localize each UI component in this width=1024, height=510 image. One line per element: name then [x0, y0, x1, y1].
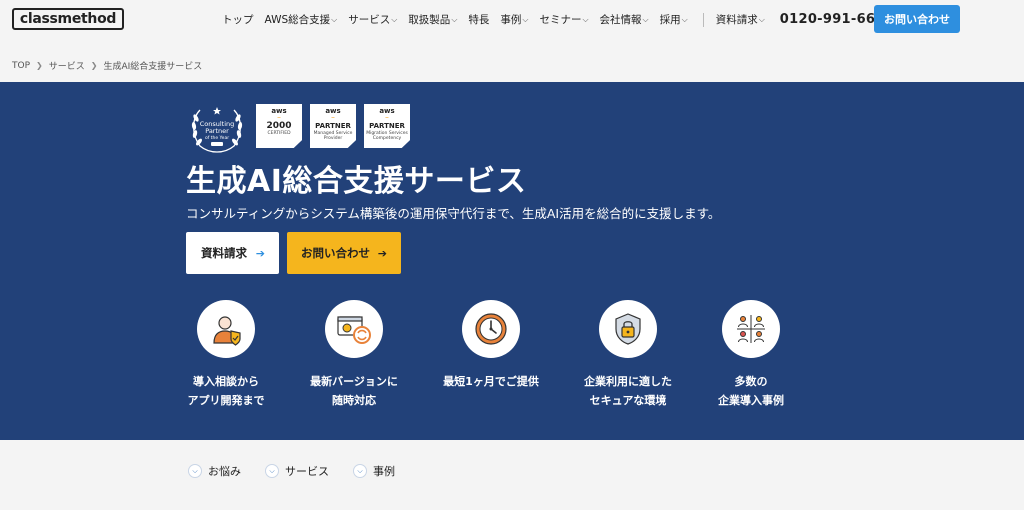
badge-text: of the Year [205, 135, 229, 141]
contact-button[interactable]: お問い合わせ ➔ [287, 232, 401, 274]
nav-item-seminar[interactable]: セミナー ⌵ [539, 12, 588, 27]
hero-section: Consulting Partner of the Year aws ⌣ 200… [0, 82, 1024, 440]
classmethod-logo[interactable]: classmethod [12, 8, 124, 30]
hero-subtitle: コンサルティングからシステム構築後の運用保守代行まで、生成AI活用を総合的に支援… [186, 206, 721, 221]
aws-smile-icon: ⌣ [331, 114, 335, 121]
feature-label: 企業利用に適した [584, 375, 672, 388]
header-contact-button[interactable]: お問い合わせ [874, 5, 960, 33]
nav-item-features[interactable]: 特長 [468, 12, 489, 27]
breadcrumb: TOP ❯ サービス ❯ 生成AI総合支援サービス [12, 59, 203, 73]
chevron-down-icon: ⌵ [265, 464, 279, 478]
page-title: 生成AI総合支援サービス [186, 164, 527, 199]
update-icon [337, 316, 371, 344]
nav-divider [702, 12, 704, 27]
site-header: classmethod トップ AWS総合支援 ⌵ サービス ⌵ 取扱製品 ⌵ 特長 … [0, 0, 1024, 38]
arrow-right-icon: ➔ [255, 246, 265, 260]
chevron-down-icon: ⌵ [758, 14, 765, 24]
aws-smile-icon: ⌣ [385, 114, 389, 121]
feature-item: 最短1ヶ月でご提供 [431, 300, 551, 391]
feature-item: 多数の 企業導入事例 [691, 300, 811, 410]
people-grid-icon [737, 315, 765, 343]
chevron-down-icon: ⌵ [642, 14, 649, 24]
aws-migration-partner-badge: aws ⌣ PARTNER Migration Services Compete… [364, 104, 410, 148]
certification-badges: Consulting Partner of the Year aws ⌣ 200… [186, 104, 418, 154]
feature-label: 最短1ヶ月でご提供 [443, 375, 539, 388]
feature-item: 導入相談から アプリ開発まで [166, 300, 286, 410]
nav-item-company[interactable]: 会社情報 ⌵ [600, 12, 649, 27]
feature-label: 随時対応 [332, 394, 376, 407]
feature-item: 最新バージョンに 随時対応 [294, 300, 414, 410]
tab-services[interactable]: ⌵ サービス [265, 463, 329, 479]
nav-item-recruit[interactable]: 採用 ⌵ [660, 12, 688, 27]
feature-label: セキュアな環境 [589, 394, 667, 407]
chevron-down-icon: ⌵ [451, 14, 458, 24]
nav-item-aws-support[interactable]: AWS総合支援 ⌵ [265, 12, 338, 27]
chevron-down-icon: ⌵ [188, 464, 202, 478]
feature-label: 導入相談から [193, 375, 259, 388]
aws-smile-icon: ⌣ [277, 114, 281, 121]
breadcrumb-services[interactable]: サービス [49, 59, 85, 72]
aws-2000-certified-badge: aws ⌣ 2000 CERTIFIED [256, 104, 302, 148]
feature-label: 最新バージョンに [310, 375, 398, 388]
feature-label: 多数の [734, 375, 768, 388]
breadcrumb-top[interactable]: TOP [12, 61, 30, 71]
feature-label: 企業導入事例 [718, 394, 784, 407]
chevron-down-icon: ⌵ [522, 14, 529, 24]
feature-label: アプリ開発まで [187, 394, 265, 407]
chevron-down-icon: ⌵ [391, 14, 398, 24]
badge-text: Partner [205, 127, 229, 135]
feature-item: 企業利用に適した セキュアな環境 [568, 300, 688, 410]
chevron-right-icon: ❯ [36, 61, 43, 70]
nav-item-services[interactable]: サービス ⌵ [348, 12, 397, 27]
chevron-down-icon: ⌵ [331, 14, 338, 24]
nav-item-doc-request[interactable]: 資料請求 ⌵ [716, 12, 765, 27]
aws-msp-partner-badge: aws ⌣ PARTNER Managed Service Provider [310, 104, 356, 148]
nav-item-cases[interactable]: 事例 ⌵ [500, 12, 528, 27]
doc-request-button[interactable]: 資料請求 ➔ [186, 232, 279, 274]
tab-cases[interactable]: ⌵ 事例 [353, 463, 395, 479]
main-nav: トップ AWS総合支援 ⌵ サービス ⌵ 取扱製品 ⌵ 特長 事例 ⌵ セミナー ⌵ 会社… [222, 12, 885, 27]
nav-item-products[interactable]: 取扱製品 ⌵ [408, 12, 457, 27]
chevron-down-icon: ⌵ [681, 14, 688, 24]
nav-item-top[interactable]: トップ [222, 12, 254, 27]
clock-icon [475, 313, 507, 345]
phone-number[interactable]: 0120-991-668 [780, 12, 885, 27]
arrow-right-icon: ➔ [377, 246, 387, 260]
chevron-right-icon: ❯ [90, 61, 98, 70]
section-tabs: ⌵ お悩み ⌵ サービス ⌵ 事例 [188, 463, 419, 479]
chevron-down-icon: ⌵ [582, 14, 589, 24]
tab-concerns[interactable]: ⌵ お悩み [188, 463, 241, 479]
laurel-award-icon: Consulting Partner of the Year [191, 107, 243, 153]
breadcrumb-current: 生成AI総合支援サービス [103, 62, 203, 72]
consultant-icon [213, 316, 241, 346]
chevron-down-icon: ⌵ [353, 464, 367, 478]
lock-shield-icon [615, 313, 641, 345]
